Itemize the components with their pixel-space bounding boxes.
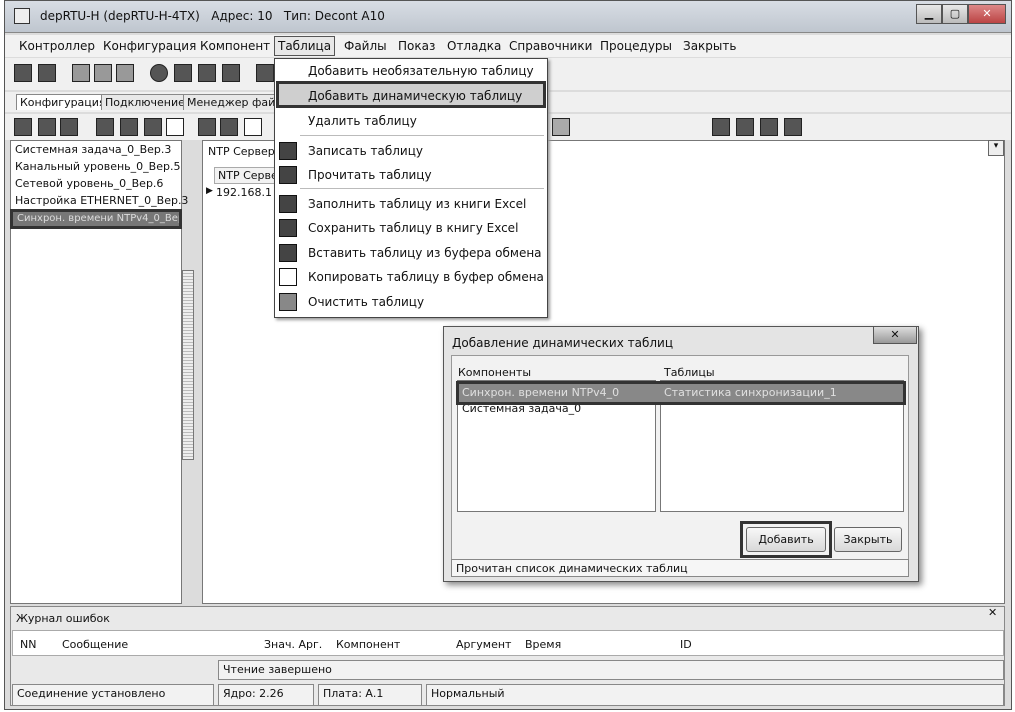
log-message: Чтение завершено	[218, 660, 1004, 680]
dialog-title: Добавление динамических таблиц	[452, 336, 673, 350]
status-mode: Нормальный	[426, 684, 1004, 706]
status-board: Плата: А.1	[318, 684, 422, 706]
menu-add-dynamic-table[interactable]: Добавить динамическую таблицу	[308, 89, 522, 103]
play-icon[interactable]	[166, 118, 184, 136]
log-col-nn[interactable]: NN	[20, 638, 36, 651]
tree-item[interactable]: Канальный уровень_0_Вер.5	[15, 160, 180, 173]
globe-icon[interactable]	[150, 64, 168, 82]
add-button[interactable]: Добавить	[746, 527, 826, 552]
menu-paste-table[interactable]: Вставить таблицу из буфера обмена	[308, 246, 542, 260]
tab-connection[interactable]: Подключение	[101, 94, 189, 110]
status-core: Ядро: 2.26	[218, 684, 314, 706]
tree-item[interactable]: Сетевой уровень_0_Вер.6	[15, 177, 163, 190]
close-dialog-button[interactable]: Закрыть	[834, 527, 902, 552]
minus-icon[interactable]	[38, 118, 56, 136]
config2-icon[interactable]	[94, 64, 112, 82]
open-icon[interactable]	[96, 118, 114, 136]
log-col-argument[interactable]: Аргумент	[456, 638, 511, 651]
tab-configuration[interactable]: Конфигурация	[16, 94, 110, 110]
menu-write-table[interactable]: Записать таблицу	[308, 144, 423, 158]
export-icon[interactable]	[220, 118, 238, 136]
terminal-icon[interactable]	[222, 64, 240, 82]
controller-icon[interactable]	[14, 64, 32, 82]
printer-icon[interactable]	[174, 64, 192, 82]
grid-icon[interactable]	[120, 118, 138, 136]
menu-separator	[300, 135, 544, 136]
disabled-icon[interactable]	[552, 118, 570, 136]
table-item-selected[interactable]: Статистика синхронизации_1	[664, 386, 837, 399]
device-icon[interactable]	[198, 64, 216, 82]
menu-configuration[interactable]: Конфигурация	[103, 39, 196, 53]
excel-export-icon	[279, 219, 297, 237]
close-button[interactable]: ✕	[968, 4, 1006, 24]
app-icon	[14, 8, 30, 24]
column-header[interactable]: NTP Серве	[214, 167, 276, 184]
log-col-id[interactable]: ID	[680, 638, 692, 651]
tree-item-selected[interactable]: Синхрон. времени NTPv4_0_Вер	[10, 209, 182, 229]
menu-delete-table[interactable]: Удалить таблицу	[308, 114, 417, 128]
menu-clear-table[interactable]: Очистить таблицу	[308, 295, 424, 309]
menu-read-table[interactable]: Прочитать таблицу	[308, 168, 432, 182]
row-pointer-icon: ▶	[206, 186, 213, 196]
table-cell[interactable]: 192.168.1	[216, 186, 274, 199]
config-icon[interactable]	[72, 64, 90, 82]
table-icon[interactable]	[198, 118, 216, 136]
log-col-arg-value[interactable]: Знач. Арг.	[264, 638, 322, 651]
print-icon[interactable]	[760, 118, 778, 136]
log-close-icon[interactable]: ✕	[988, 606, 997, 619]
tree-item[interactable]: Системная задача_0_Вер.3	[15, 143, 171, 156]
calc-icon[interactable]	[784, 118, 802, 136]
menu-controller[interactable]: Контроллер	[19, 39, 95, 53]
copy-icon[interactable]	[244, 118, 262, 136]
copy-icon	[279, 268, 297, 286]
maximize-button[interactable]: ▢	[942, 4, 968, 24]
menu-copy-table[interactable]: Копировать таблицу в буфер обмена	[308, 270, 544, 284]
pane-splitter[interactable]	[182, 270, 194, 460]
menu-save-to-excel[interactable]: Сохранить таблицу в книгу Excel	[308, 221, 518, 235]
menu-procedures[interactable]: Процедуры	[600, 39, 672, 53]
edit-icon[interactable]	[144, 118, 162, 136]
mail-icon[interactable]	[38, 64, 56, 82]
chevron-down-icon[interactable]: ▾	[988, 140, 1004, 156]
book-icon[interactable]	[736, 118, 754, 136]
back-icon[interactable]	[14, 118, 32, 136]
dialog-close-icon[interactable]: ✕	[873, 326, 917, 344]
search-icon[interactable]	[712, 118, 730, 136]
components-label: Компоненты	[458, 366, 532, 379]
excel-import-icon	[279, 195, 297, 213]
component-item[interactable]: Системная задача_0	[462, 405, 581, 415]
menu-add-optional-table[interactable]: Добавить необязательную таблицу	[308, 64, 534, 78]
menu-debug[interactable]: Отладка	[447, 39, 501, 53]
log-col-message[interactable]: Сообщение	[62, 638, 128, 651]
dialog-status: Прочитан список динамических таблиц	[451, 559, 909, 577]
component-item-selected[interactable]: Синхрон. времени NTPv4_0	[462, 386, 619, 399]
minimize-button[interactable]: ▁	[916, 4, 942, 24]
menu-table[interactable]: Таблица	[274, 36, 336, 56]
menu-component[interactable]: Компонент	[200, 39, 270, 53]
tables-label: Таблицы	[664, 366, 715, 379]
paste-icon	[279, 244, 297, 262]
status-connection: Соединение установлено	[12, 684, 214, 706]
write-table-icon	[279, 142, 297, 160]
settings-icon[interactable]	[256, 64, 274, 82]
window-title: depRTU-H (depRTU-H-4TX) Адрес: 10 Тип: D…	[40, 9, 385, 23]
menu-close[interactable]: Закрыть	[683, 39, 736, 53]
read-table-icon	[279, 166, 297, 184]
config3-icon[interactable]	[116, 64, 134, 82]
clear-icon	[279, 293, 297, 311]
tree-item[interactable]: Настройка ETHERNET_0_Вер.3	[15, 194, 188, 207]
menu-references[interactable]: Справочники	[509, 39, 592, 53]
table-title: NTP Серверы	[208, 145, 284, 158]
menu-view[interactable]: Показ	[398, 39, 435, 53]
tab-file-manager[interactable]: Менеджер файло	[183, 94, 275, 110]
log-title: Журнал ошибок	[16, 612, 110, 625]
log-col-component[interactable]: Компонент	[336, 638, 400, 651]
menu-separator	[300, 188, 544, 189]
menu-files[interactable]: Файлы	[344, 39, 387, 53]
log-col-time[interactable]: Время	[525, 638, 561, 651]
menu-fill-from-excel[interactable]: Заполнить таблицу из книги Excel	[308, 197, 526, 211]
stop-icon[interactable]	[60, 118, 78, 136]
